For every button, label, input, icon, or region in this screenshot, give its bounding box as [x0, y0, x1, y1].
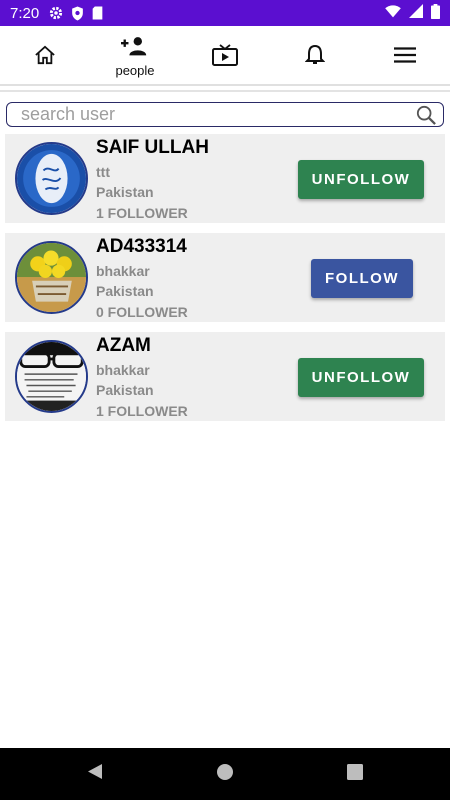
- top-nav-bar: people: [0, 30, 450, 86]
- recents-button[interactable]: [290, 763, 420, 785]
- status-time: 7:20: [10, 4, 40, 22]
- wifi-icon: [385, 4, 401, 22]
- avatar: [15, 142, 88, 215]
- settings-gear-icon: [49, 6, 63, 20]
- home-button[interactable]: [160, 763, 290, 786]
- user-country: Pakistan: [96, 283, 154, 299]
- user-card[interactable]: SAIF ULLAH ttt Pakistan 1 FOLLOWER UNFOL…: [5, 134, 445, 223]
- follower-count: 1 FOLLOWER: [96, 403, 188, 419]
- menu-icon: [394, 46, 416, 68]
- signal-icon: [409, 4, 423, 22]
- user-card[interactable]: AZAM bhakkar Pakistan 1 FOLLOWER UNFOLLO…: [5, 332, 445, 421]
- follow-button[interactable]: FOLLOW: [311, 259, 413, 298]
- user-name: AD433314: [96, 236, 187, 257]
- sd-card-icon: [92, 6, 103, 20]
- user-name: AZAM: [96, 335, 151, 356]
- add-person-icon: [121, 36, 149, 61]
- follower-count: 0 FOLLOWER: [96, 304, 188, 320]
- status-bar: 7:20: [0, 0, 450, 26]
- user-card[interactable]: AD433314 bhakkar Pakistan 0 FOLLOWER FOL…: [5, 233, 445, 322]
- bell-icon: [304, 44, 326, 71]
- nav-divider: [0, 90, 450, 92]
- nav-people-label: people: [115, 63, 155, 78]
- user-name: SAIF ULLAH: [96, 137, 209, 158]
- search-input[interactable]: [21, 104, 415, 125]
- nav-tv[interactable]: [190, 29, 260, 85]
- nav-people[interactable]: people: [100, 29, 170, 85]
- search-bar: [6, 102, 444, 127]
- system-nav-bar: [0, 748, 450, 800]
- tv-icon: [212, 43, 238, 71]
- back-triangle-icon: [87, 763, 103, 785]
- user-country: Pakistan: [96, 184, 154, 200]
- user-city: ttt: [96, 164, 110, 180]
- user-city: bhakkar: [96, 263, 150, 279]
- user-list: SAIF ULLAH ttt Pakistan 1 FOLLOWER UNFOL…: [5, 134, 445, 431]
- nav-notifications[interactable]: [280, 29, 350, 85]
- back-button[interactable]: [30, 763, 160, 785]
- battery-icon: [431, 3, 440, 23]
- avatar: [15, 241, 88, 314]
- unfollow-button[interactable]: UNFOLLOW: [298, 160, 424, 199]
- follower-count: 1 FOLLOWER: [96, 205, 188, 221]
- home-icon: [34, 45, 56, 70]
- nav-menu[interactable]: [370, 29, 440, 85]
- avatar: [15, 340, 88, 413]
- user-country: Pakistan: [96, 382, 154, 398]
- unfollow-button[interactable]: UNFOLLOW: [298, 358, 424, 397]
- home-circle-icon: [216, 763, 234, 786]
- nav-home[interactable]: [10, 29, 80, 85]
- shield-icon: [71, 6, 84, 21]
- recents-square-icon: [347, 763, 363, 785]
- user-city: bhakkar: [96, 362, 150, 378]
- search-icon[interactable]: [415, 104, 437, 126]
